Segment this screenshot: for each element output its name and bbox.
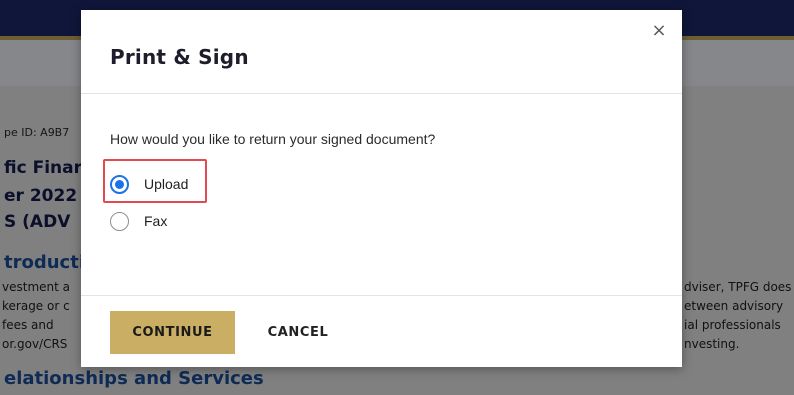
- body-text-left: or.gov/CRS: [2, 337, 68, 351]
- body-text-left: kerage or c: [2, 299, 70, 313]
- cancel-button[interactable]: CANCEL: [258, 311, 338, 354]
- upload-option[interactable]: Upload: [110, 170, 270, 198]
- return-method-question: How would you like to return your signed…: [110, 131, 436, 147]
- body-text-right: etween advisory: [684, 299, 784, 313]
- body-text-left: vestment a: [2, 280, 70, 294]
- fax-option[interactable]: Fax: [110, 207, 270, 235]
- document-heading-line-3: S (ADV: [4, 212, 71, 232]
- section-heading-relationships: elationships and Services: [4, 368, 264, 389]
- body-text-right: ial professionals: [684, 318, 781, 332]
- close-icon[interactable]: ×: [648, 20, 670, 42]
- document-heading-line-2: er 2022: [4, 186, 78, 206]
- dialog-header: Print & Sign ×: [81, 10, 682, 94]
- print-sign-dialog: Print & Sign × How would you like to ret…: [81, 10, 682, 367]
- section-heading-introduction: troducti: [4, 252, 85, 273]
- fax-radio[interactable]: [110, 211, 129, 231]
- body-text-right: dviser, TPFG does: [684, 280, 792, 294]
- document-heading-line-1: fic Finar: [4, 158, 82, 178]
- dialog-title: Print & Sign: [110, 45, 249, 69]
- upload-radio[interactable]: [110, 174, 129, 194]
- dialog-footer: CONTINUE CANCEL: [81, 295, 682, 367]
- body-text-left: fees and: [2, 318, 54, 332]
- upload-label: Upload: [144, 176, 189, 192]
- fax-label: Fax: [144, 213, 168, 229]
- continue-button[interactable]: CONTINUE: [110, 311, 235, 354]
- body-text-right: nvesting.: [684, 337, 740, 351]
- envelope-id: pe ID: A9B7: [4, 126, 70, 139]
